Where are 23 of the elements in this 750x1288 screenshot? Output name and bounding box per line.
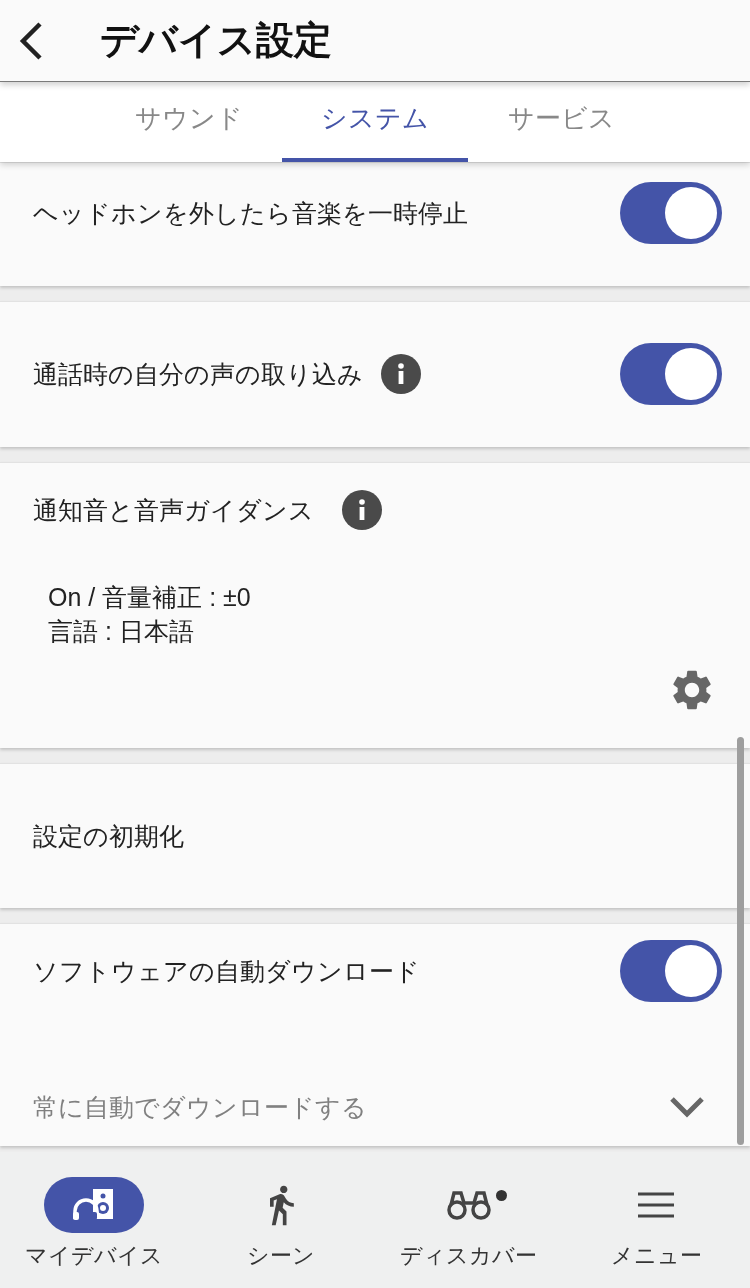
nav-tab[interactable]: メニュー: [562, 1152, 750, 1288]
back-icon[interactable]: [18, 20, 44, 61]
nav-label: マイデバイス: [24, 1242, 163, 1270]
tab[interactable]: サウンド: [96, 82, 282, 162]
setting-summary: 言語 : 日本語: [48, 616, 194, 647]
setting-summary: On / 音量補正 : ±0: [48, 582, 251, 613]
tab[interactable]: サービス: [468, 82, 654, 162]
nav-tab[interactable]: マイデバイス: [0, 1152, 188, 1288]
nav-tab[interactable]: ディスカバー: [375, 1152, 563, 1288]
setting-label: ヘッドホンを外したら音楽を一時停止: [33, 197, 468, 229]
download-option-dropdown[interactable]: 常に自動でダウンロードする: [33, 1087, 722, 1127]
setting-label: 通話時の自分の声の取り込み: [33, 358, 363, 390]
nav-label: メニュー: [610, 1242, 702, 1270]
nav-label: シーン: [247, 1242, 316, 1270]
page-title: デバイス設定: [100, 18, 332, 63]
setting-label: ソフトウェアの自動ダウンロード: [33, 955, 420, 987]
info-icon[interactable]: [342, 490, 382, 530]
chevron-down-icon: [669, 1096, 705, 1118]
nav-label: ディスカバー: [400, 1242, 538, 1270]
info-icon[interactable]: [381, 354, 421, 394]
reset-settings-row[interactable]: 設定の初期化: [0, 763, 750, 908]
setting-label: 通知音と音声ガイダンス: [33, 494, 314, 526]
nav-tab[interactable]: シーン: [187, 1152, 375, 1288]
